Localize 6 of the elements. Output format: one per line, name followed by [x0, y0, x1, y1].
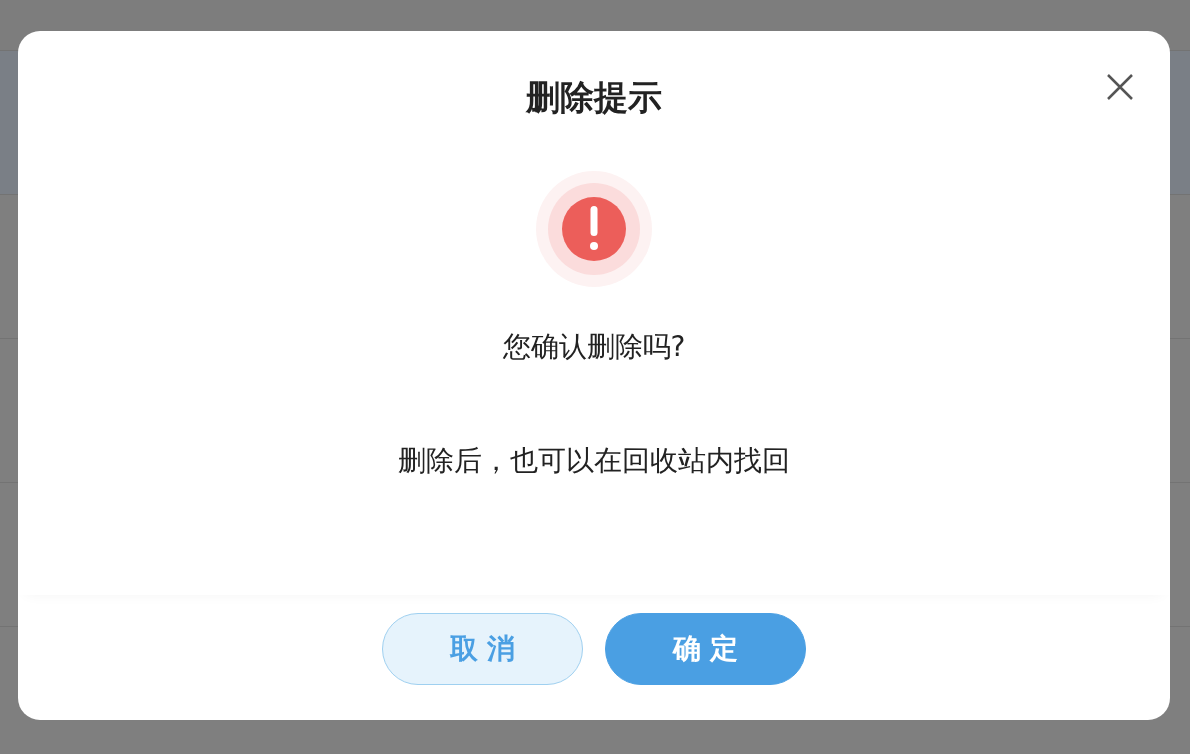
- cancel-button[interactable]: 取 消: [382, 613, 583, 685]
- detail-message: 删除后，也可以在回收站内找回: [398, 442, 790, 479]
- confirm-message: 您确认删除吗?: [502, 329, 686, 366]
- confirm-button[interactable]: 确 定: [605, 613, 806, 685]
- warning-icon: [536, 171, 652, 288]
- dialog-title: 删除提示: [526, 76, 662, 119]
